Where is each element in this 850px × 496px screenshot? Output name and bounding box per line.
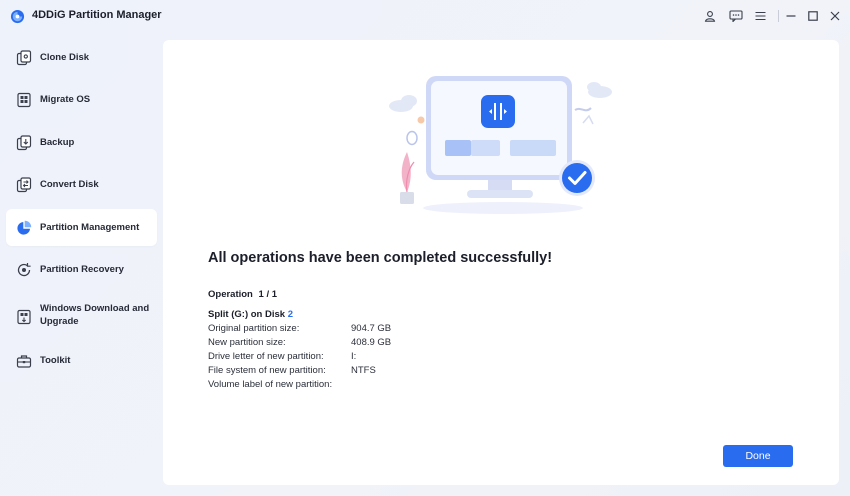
feedback-icon[interactable] — [728, 8, 744, 24]
sidebar-item-windows-download[interactable]: Windows Download and Upgrade — [6, 297, 157, 336]
sidebar-item-label: Partition Management — [40, 222, 140, 233]
backup-icon — [16, 134, 32, 150]
sidebar-item-migrate-os[interactable]: Migrate OS — [6, 81, 157, 118]
app-title: 4DDiG Partition Manager — [32, 9, 162, 21]
convert-disk-icon — [16, 176, 32, 192]
menu-icon[interactable] — [752, 8, 768, 24]
partition-recovery-icon — [17, 262, 31, 276]
sidebar-item-convert-disk[interactable]: Convert Disk — [6, 166, 157, 203]
detail-row: Original partition size: 904.7 GB — [208, 323, 391, 337]
operation-count: 1 / 1 — [258, 289, 278, 300]
disk-number: 2 — [287, 309, 293, 320]
split-text: Split (G:) on Disk — [208, 309, 286, 320]
sidebar-item-label: Partition Recovery — [40, 264, 124, 275]
clone-disk-icon — [16, 49, 32, 65]
sidebar-item-clone-disk[interactable]: Clone Disk — [6, 39, 157, 76]
sidebar-item-backup[interactable]: Backup — [6, 124, 157, 161]
detail-row: New partition size: 408.9 GB — [208, 337, 391, 351]
sidebar-item-label: Migrate OS — [40, 94, 91, 105]
titlebar-divider — [778, 10, 779, 22]
migrate-os-icon — [17, 92, 31, 107]
sidebar-item-toolkit[interactable]: Toolkit — [6, 342, 157, 379]
sidebar-item-label: Clone Disk — [40, 52, 90, 63]
sidebar-item-label-line1: Windows Download and — [40, 303, 150, 314]
partition-management-icon — [17, 220, 32, 235]
done-button[interactable]: Done — [723, 445, 793, 467]
detail-row: File system of new partition: NTFS — [208, 365, 391, 379]
main-panel: All operations have been completed succe… — [163, 40, 839, 485]
minimize-icon[interactable] — [783, 8, 799, 24]
detail-label: Original partition size: — [208, 323, 300, 334]
sidebar-item-label: Toolkit — [40, 355, 71, 366]
windows-download-icon — [17, 309, 31, 324]
maximize-icon[interactable] — [805, 8, 821, 24]
detail-label: Drive letter of new partition: — [208, 351, 324, 362]
detail-value: NTFS — [351, 365, 376, 376]
success-headline: All operations have been completed succe… — [208, 250, 553, 266]
sidebar-item-label: Convert Disk — [40, 179, 99, 190]
detail-label: New partition size: — [208, 337, 286, 348]
detail-value: 904.7 GB — [351, 323, 392, 334]
detail-label: File system of new partition: — [208, 365, 326, 376]
sidebar-item-label: Backup — [40, 137, 75, 148]
detail-value: 408.9 GB — [351, 337, 392, 348]
detail-value: I: — [351, 351, 357, 362]
detail-row: Volume label of new partition: — [208, 379, 391, 393]
operation-label: Operation — [208, 289, 253, 300]
detail-label: Volume label of new partition: — [208, 379, 333, 390]
close-icon[interactable] — [827, 8, 843, 24]
app-logo-icon — [10, 9, 25, 24]
sidebar-item-partition-management[interactable]: Partition Management — [6, 209, 157, 246]
user-icon[interactable] — [702, 8, 718, 24]
operation-title: Split (G:) on Disk 2 — [208, 309, 293, 320]
toolkit-icon — [16, 354, 32, 368]
operation-details: Original partition size: 904.7 GB New pa… — [208, 323, 391, 393]
sidebar-item-partition-recovery[interactable]: Partition Recovery — [6, 251, 157, 288]
operation-counter: Operation 1 / 1 — [208, 289, 280, 300]
detail-row: Drive letter of new partition: I: — [208, 351, 391, 365]
title-bar: 4DDiG Partition Manager — [0, 0, 850, 32]
success-illustration — [389, 76, 612, 214]
sidebar-item-label-line2: Upgrade — [40, 316, 79, 327]
